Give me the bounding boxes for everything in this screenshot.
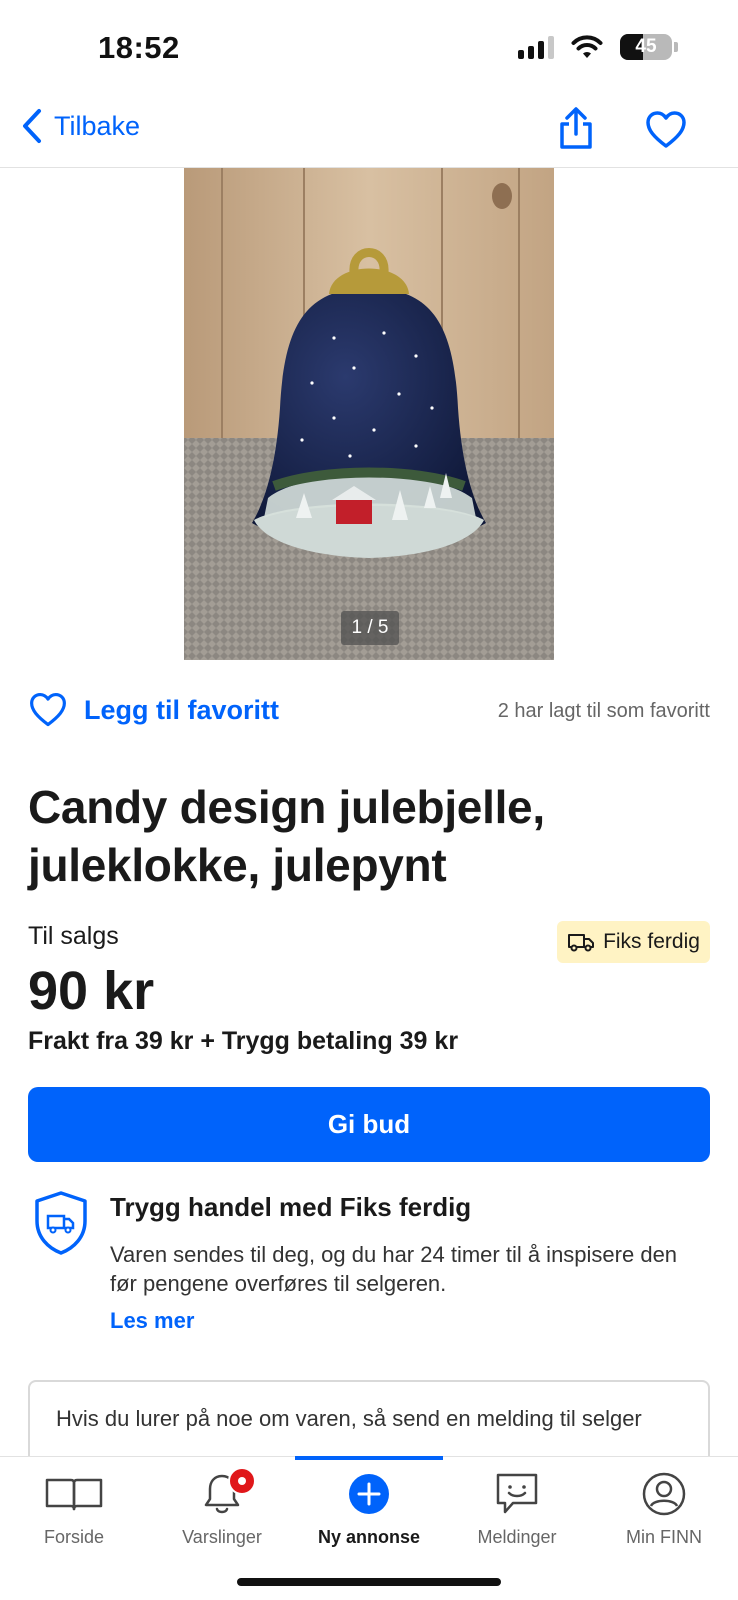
- battery-icon: 45: [620, 34, 672, 60]
- tab-min-finn[interactable]: Min FINN: [590, 1457, 738, 1567]
- favorite-top-button[interactable]: [644, 108, 688, 152]
- share-icon: [560, 107, 592, 149]
- tab-meldinger[interactable]: Meldinger: [443, 1457, 591, 1567]
- tab-ny-annonse[interactable]: Ny annonse: [295, 1457, 443, 1567]
- back-button[interactable]: Tilbake: [20, 108, 140, 144]
- safe-trade-section: Trygg handel med Fiks ferdig Varen sende…: [28, 1188, 718, 1338]
- tab-label: Min FINN: [626, 1527, 702, 1547]
- delivery-truck-icon: [568, 934, 595, 952]
- notification-badge: [228, 1467, 256, 1495]
- add-favorite-button[interactable]: Legg til favoritt: [28, 690, 279, 730]
- status-bar: 18:52 45: [0, 0, 738, 100]
- read-more-link[interactable]: Les mer: [110, 1308, 194, 1334]
- heart-icon: [646, 111, 686, 148]
- badge-label: Fiks ferdig: [603, 930, 700, 953]
- tab-label: Ny annonse: [317, 1527, 421, 1547]
- heart-icon: [30, 692, 66, 727]
- favorite-row: Legg til favoritt 2 har lagt til som fav…: [28, 690, 710, 732]
- safe-trade-title: Trygg handel med Fiks ferdig: [110, 1192, 472, 1222]
- tab-bar: Forside Varslinger Ny annonse Meldinger …: [0, 1456, 738, 1600]
- listing-title: Candy design julebjelle, juleklokke, jul…: [28, 781, 545, 891]
- profile-icon: [642, 1472, 686, 1516]
- share-button[interactable]: [556, 106, 596, 150]
- product-image[interactable]: [184, 168, 554, 660]
- listing-price: 90 kr: [28, 961, 155, 1021]
- bell-photo: [184, 168, 554, 660]
- tab-label: Forside: [43, 1527, 105, 1547]
- add-favorite-label: Legg til favoritt: [84, 694, 279, 725]
- make-bid-button[interactable]: Gi bud: [28, 1087, 710, 1162]
- message-prompt: Hvis du lurer på noe om varen, så send e…: [56, 1406, 642, 1431]
- home-indicator: [237, 1578, 501, 1586]
- favorite-count: 2 har lagt til som favoritt: [497, 700, 710, 722]
- shield-truck-icon: [35, 1191, 87, 1255]
- image-counter: 1 / 5: [341, 611, 399, 645]
- status-time: 18:52: [98, 30, 180, 65]
- battery-level: 45: [635, 36, 657, 57]
- plus-circle-icon: [349, 1474, 389, 1514]
- listing-status: Til salgs: [28, 922, 119, 950]
- wifi-icon: [571, 35, 603, 58]
- status-icons: 45: [518, 34, 678, 60]
- tab-forside[interactable]: Forside: [0, 1457, 148, 1567]
- tab-label: Meldinger: [477, 1527, 557, 1547]
- tab-label: Varslinger: [182, 1527, 262, 1547]
- safe-trade-text: Varen sendes til deg, og du har 24 timer…: [110, 1242, 678, 1296]
- signal-icon: [518, 35, 554, 59]
- shipping-info: Frakt fra 39 kr + Trygg betaling 39 kr: [28, 1027, 459, 1055]
- message-icon: [496, 1473, 538, 1514]
- book-icon: [45, 1478, 103, 1511]
- tab-varslinger[interactable]: Varslinger: [148, 1457, 296, 1567]
- back-label: Tilbake: [54, 110, 141, 141]
- top-nav: Tilbake: [0, 100, 738, 168]
- fiks-ferdig-badge: Fiks ferdig: [557, 921, 710, 963]
- chevron-left-icon: [23, 109, 41, 143]
